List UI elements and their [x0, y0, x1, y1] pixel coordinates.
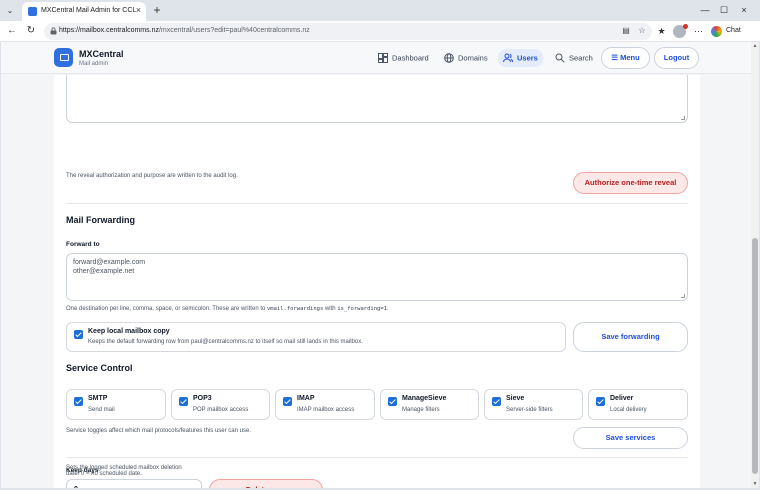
- service-description: POP mailbox access: [193, 407, 249, 413]
- forwarding-help: One destination per line, comma, space, …: [66, 306, 389, 312]
- page-viewport: MXCentral Mail admin Dashboard Domains U…: [1, 42, 751, 488]
- managesieve-checkbox[interactable]: [388, 397, 397, 406]
- lock-icon: [50, 27, 57, 35]
- service-sieve[interactable]: Sieve Server-side filters: [484, 389, 583, 420]
- chat-label: Chat: [726, 27, 741, 34]
- service-title: IMAP: [297, 395, 315, 402]
- forward-to-label: Forward to: [66, 241, 100, 248]
- star-icon[interactable]: ☆: [636, 25, 648, 37]
- minimize-icon[interactable]: —: [698, 3, 712, 17]
- service-title: SMTP: [88, 395, 108, 402]
- reload-icon[interactable]: ↻: [24, 24, 38, 38]
- authorize-reveal-button[interactable]: Authorize one-time reveal: [573, 172, 688, 194]
- dashboard-icon: [378, 53, 388, 64]
- user-edit-panel: The reveal authorization and purpose are…: [54, 75, 700, 488]
- imap-checkbox[interactable]: [283, 397, 292, 406]
- keep-copy-toggle[interactable]: Keep local mailbox copy Keeps the defaul…: [66, 322, 566, 352]
- mail-logo-icon: [54, 48, 73, 67]
- save-services-button[interactable]: Save services: [573, 427, 688, 449]
- tab-list-icon[interactable]: ⌄: [3, 4, 17, 18]
- keep-days-input[interactable]: 0: [66, 479, 202, 488]
- service-title: ManageSieve: [402, 395, 447, 402]
- menu-button[interactable]: ☰ Menu: [601, 47, 650, 69]
- url-text: https://mailbox.centralcomms.nz/mxcentra…: [59, 27, 310, 34]
- delete-user-button[interactable]: Delete user: [209, 479, 323, 488]
- favicon-icon: [28, 7, 37, 16]
- service-description: Send mail: [88, 407, 115, 413]
- notification-dot: [683, 24, 688, 29]
- reader-icon[interactable]: ▤: [620, 25, 632, 37]
- sieve-checkbox[interactable]: [492, 397, 501, 406]
- save-forwarding-button[interactable]: Save forwarding: [573, 322, 688, 352]
- service-deliver[interactable]: Deliver Local delivery: [588, 389, 688, 420]
- service-title: Deliver: [610, 395, 634, 402]
- service-title: Sieve: [506, 395, 525, 402]
- services-help: Service toggles affect which mail protoc…: [66, 428, 251, 434]
- nav-domains[interactable]: Domains: [442, 49, 490, 67]
- app-header: MXCentral Mail admin Dashboard Domains U…: [1, 42, 751, 74]
- service-description: IMAP mailbox access: [297, 407, 355, 413]
- chat-button[interactable]: Chat: [708, 24, 748, 39]
- search-icon: [555, 53, 565, 63]
- deliver-checkbox[interactable]: [596, 397, 605, 406]
- service-pop3[interactable]: POP3 POP mailbox access: [171, 389, 270, 420]
- brand-name: MXCentral: [79, 49, 124, 59]
- nav-dashboard[interactable]: Dashboard: [376, 49, 431, 67]
- pop3-checkbox[interactable]: [179, 397, 188, 406]
- resize-handle[interactable]: [681, 294, 685, 298]
- forward-to-textarea[interactable]: forward@example.com other@example.net: [66, 253, 688, 301]
- keep-copy-title: Keep local mailbox copy: [88, 328, 170, 335]
- reveal-help: The reveal authorization and purpose are…: [66, 173, 238, 179]
- scroll-down-icon[interactable]: ▼: [751, 480, 759, 488]
- forward-address: other@example.net: [73, 268, 135, 275]
- nav-search[interactable]: Search: [553, 49, 595, 67]
- more-icon[interactable]: ⋯: [692, 25, 705, 38]
- service-description: Manage filters: [402, 407, 440, 413]
- service-control-title: Service Control: [66, 363, 133, 373]
- keep-days-help: Sets the logged scheduled mailbox deleti…: [66, 465, 182, 477]
- maximize-icon[interactable]: ☐: [717, 3, 731, 17]
- scrollbar-thumb[interactable]: [752, 238, 758, 474]
- service-description: Server-side filters: [506, 407, 553, 413]
- service-description: Local delivery: [610, 407, 647, 413]
- logout-button[interactable]: Logout: [654, 47, 699, 69]
- forward-address: forward@example.com: [73, 259, 146, 266]
- hamburger-icon: ☰: [611, 53, 619, 62]
- browser-tab-bar: ⌄ MXCentral Mail Admin for CCL × + — ☐ ×: [0, 0, 760, 21]
- address-bar[interactable]: https://mailbox.centralcomms.nz/mxcentra…: [44, 23, 652, 40]
- forwarding-title: Mail Forwarding: [66, 215, 136, 225]
- service-title: POP3: [193, 395, 212, 402]
- extensions-icon[interactable]: ★: [655, 25, 668, 38]
- divider: [66, 203, 688, 204]
- keep-copy-description: Keeps the default forwarding row from pa…: [88, 339, 363, 345]
- smtp-checkbox[interactable]: [74, 397, 83, 406]
- nav-users[interactable]: Users: [498, 49, 543, 67]
- back-icon[interactable]: ←: [5, 24, 19, 38]
- close-window-icon[interactable]: ×: [737, 3, 751, 17]
- browser-tab[interactable]: MXCentral Mail Admin for CCL ×: [22, 2, 146, 21]
- tab-title: MXCentral Mail Admin for CCL: [41, 7, 137, 14]
- browser-toolbar: ← ↻ https://mailbox.centralcomms.nz/mxce…: [0, 21, 760, 42]
- reveal-purpose-textarea[interactable]: [66, 75, 688, 123]
- service-imap[interactable]: IMAP IMAP mailbox access: [275, 389, 375, 420]
- brand-subtitle: Mail admin: [79, 61, 109, 67]
- keep-copy-checkbox[interactable]: [74, 330, 83, 339]
- resize-handle[interactable]: [681, 116, 685, 120]
- scroll-up-icon[interactable]: ▲: [751, 42, 759, 50]
- copilot-icon: [711, 26, 722, 37]
- globe-icon: [444, 53, 454, 63]
- scrollbar[interactable]: ▲ ▼: [751, 42, 759, 488]
- users-icon: [503, 53, 513, 63]
- plus-icon[interactable]: +: [150, 3, 164, 17]
- service-managesieve[interactable]: ManageSieve Manage filters: [380, 389, 479, 420]
- divider: [66, 457, 688, 458]
- close-icon[interactable]: ×: [136, 5, 141, 15]
- service-smtp[interactable]: SMTP Send mail: [66, 389, 166, 420]
